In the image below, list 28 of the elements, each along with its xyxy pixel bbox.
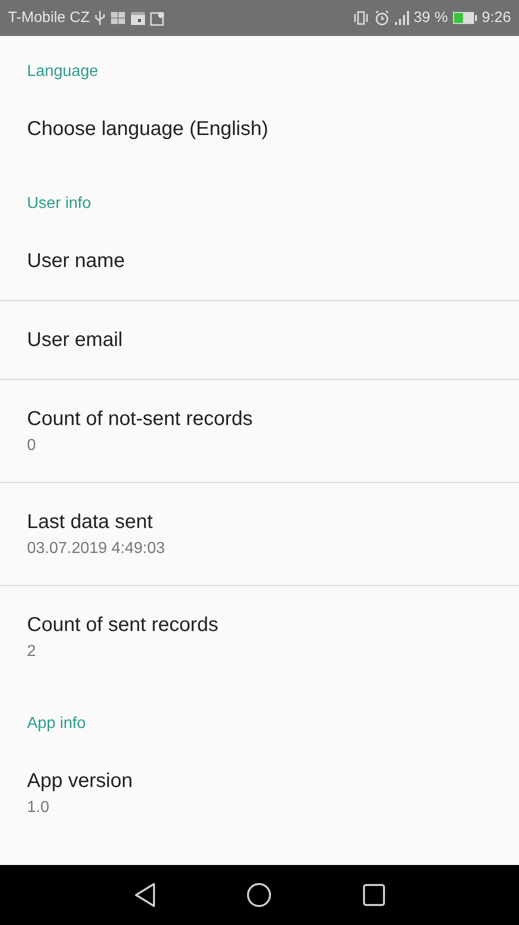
recents-icon[interactable] (362, 883, 386, 907)
setting-title[interactable]: User email (27, 325, 492, 355)
category-header: App info (26, 714, 87, 734)
setting-title[interactable]: Count of not-sent records (27, 404, 492, 434)
calendar-icon (130, 10, 146, 26)
usb-icon (94, 10, 106, 26)
setting-title[interactable]: Last data sent (27, 507, 492, 537)
setting-title[interactable]: Choose language (English) (27, 114, 492, 144)
back-icon[interactable] (134, 882, 156, 908)
clock-time: 9:26 (482, 8, 511, 28)
battery-percent: 39 % (414, 8, 448, 28)
setting-title[interactable]: Count of sent records (27, 610, 492, 640)
category-header: Language (26, 62, 100, 82)
category-header: User info (26, 194, 92, 214)
map-icon (150, 10, 166, 26)
signal-icon (394, 10, 410, 26)
setting-summary: 0 (27, 436, 37, 456)
carrier-name: T-Mobile CZ (8, 8, 90, 28)
app-icon (110, 10, 126, 26)
home-icon[interactable] (246, 882, 272, 908)
setting-summary: 1.0 (27, 798, 50, 818)
alarm-icon (374, 10, 390, 26)
setting-title[interactable]: User name (27, 246, 492, 276)
setting-title[interactable]: App version (27, 766, 492, 796)
setting-summary: 2 (27, 642, 37, 662)
battery-icon (452, 11, 478, 25)
vibrate-icon (352, 10, 370, 26)
setting-summary: 03.07.2019 4:49:03 (27, 539, 166, 559)
